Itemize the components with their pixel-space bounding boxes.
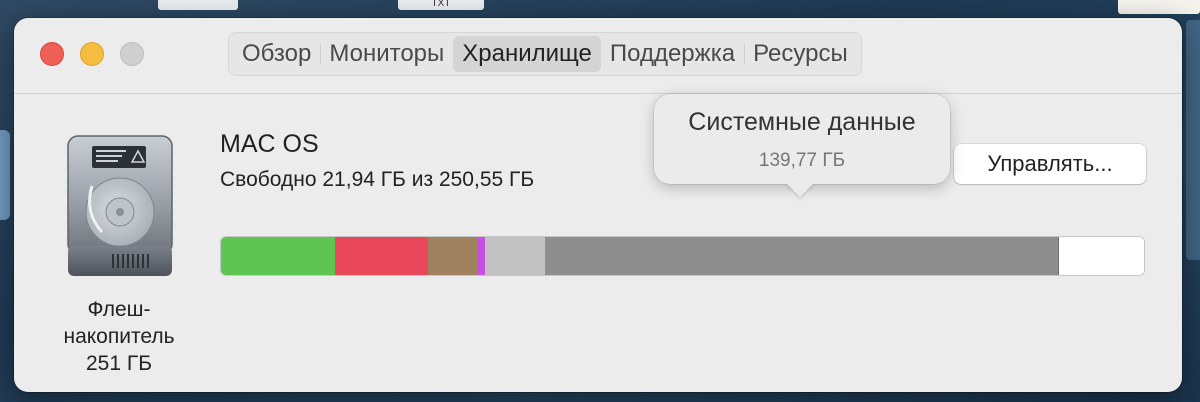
tab-storage[interactable]: Хранилище <box>453 36 601 72</box>
zoom-button[interactable] <box>120 42 144 66</box>
storage-segment-red[interactable] <box>335 237 428 275</box>
storage-usage-bar <box>220 236 1145 276</box>
minimize-button[interactable] <box>80 42 104 66</box>
desktop-thumbnail <box>158 0 238 10</box>
tab-resources[interactable]: Ресурсы <box>744 36 857 72</box>
desktop-thumbnail <box>1118 0 1200 14</box>
disk-label-line: Флеш- <box>87 298 151 321</box>
close-button[interactable] <box>40 42 64 66</box>
tab-overview[interactable]: Обзор <box>233 36 320 72</box>
volume-name: MAC OS <box>220 130 319 158</box>
storage-tooltip: Системные данные 139,77 ГБ <box>654 94 950 184</box>
about-this-mac-window: Обзор Мониторы Хранилище Поддержка Ресур… <box>14 18 1182 392</box>
storage-segment-light-gray[interactable] <box>484 237 545 275</box>
tooltip-value: 139,77 ГБ <box>758 150 846 171</box>
disk-label-line: накопитель <box>63 325 175 348</box>
disk-label: Флеш- накопитель 251 ГБ <box>34 296 204 377</box>
manage-button[interactable]: Управлять... <box>954 144 1146 184</box>
storage-segment-green[interactable] <box>221 237 336 275</box>
volume-free-space: Свободно 21,94 ГБ из 250,55 ГБ <box>220 168 535 191</box>
tooltip-title: Системные данные <box>688 108 916 136</box>
tab-bar: Обзор Мониторы Хранилище Поддержка Ресур… <box>228 32 862 76</box>
desktop-icon <box>1186 20 1200 260</box>
tab-displays[interactable]: Мониторы <box>320 36 453 72</box>
desktop-thumbnail-txt: TXT <box>398 0 484 10</box>
storage-segment-brown[interactable] <box>427 237 479 275</box>
hard-drive-icon <box>62 132 178 280</box>
desktop-icon <box>0 130 10 220</box>
titlebar: Обзор Мониторы Хранилище Поддержка Ресур… <box>14 18 1182 94</box>
storage-segment-system-data[interactable] <box>544 237 1060 275</box>
storage-segment-free[interactable] <box>1059 237 1144 275</box>
disk-capacity: 251 ГБ <box>85 352 153 375</box>
tab-support[interactable]: Поддержка <box>601 36 744 72</box>
